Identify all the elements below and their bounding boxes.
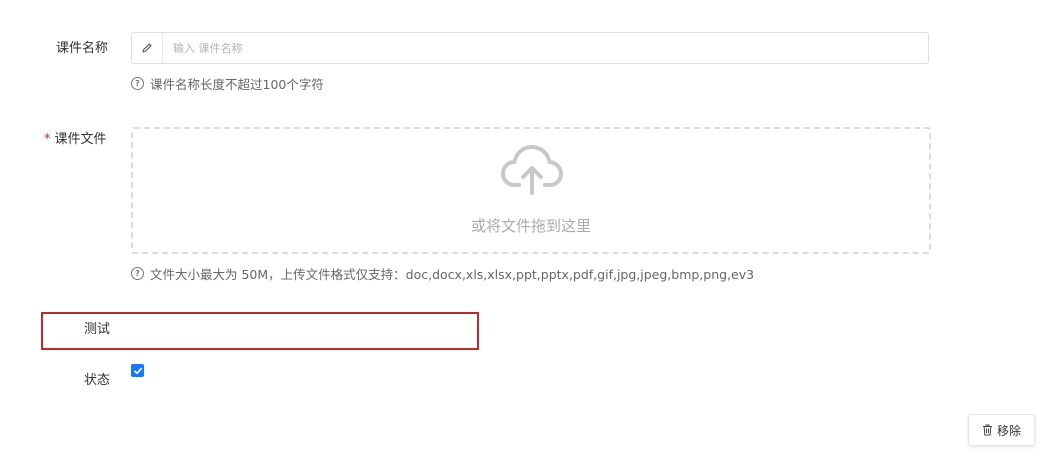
cloud-upload-icon: [501, 145, 563, 195]
name-hint: ? 课件名称长度不超过100个字符: [131, 74, 324, 93]
file-label: * 课件文件: [44, 132, 107, 147]
name-input[interactable]: [163, 34, 928, 62]
course-form: 课件名称 ? 课件名称长度不超过100个字符 *课件文件 或将文件拖到这里 ? …: [0, 0, 1063, 462]
question-circle-icon: ?: [131, 77, 144, 90]
name-label: 课件名称: [56, 41, 109, 56]
question-circle-icon: ?: [131, 267, 144, 280]
required-mark: *: [44, 132, 51, 147]
name-input-group[interactable]: [131, 32, 929, 64]
remove-button[interactable]: 移除: [968, 414, 1035, 446]
file-hint: ? 文件大小最大为 50M，上传文件格式仅支持：doc,docx,xls,xls…: [131, 264, 754, 283]
remove-button-label: 移除: [996, 423, 1021, 438]
test-label: 测试: [84, 322, 111, 337]
status-label: 状态: [84, 373, 111, 388]
status-checkbox[interactable]: [131, 364, 144, 377]
pencil-icon: [132, 33, 163, 63]
check-icon: [133, 367, 142, 374]
trash-icon: [982, 424, 992, 436]
drop-text: 或将文件拖到这里: [470, 217, 591, 235]
file-dropzone[interactable]: 或将文件拖到这里: [131, 127, 931, 254]
